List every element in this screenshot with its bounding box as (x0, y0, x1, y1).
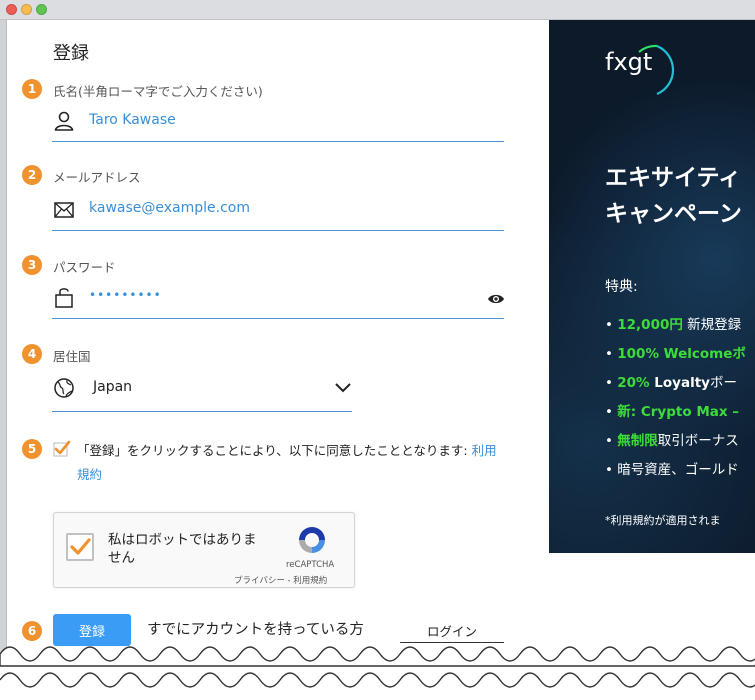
country-label: 居住国 (53, 349, 91, 364)
step-badge-2: 2 (22, 165, 42, 185)
perk-highlight: 100% Welcome (617, 346, 733, 362)
recaptcha-brand: reCAPTCHA (286, 560, 335, 570)
recaptcha-privacy-terms-link[interactable]: プライバシー - 利用規約 (234, 574, 327, 586)
name-input[interactable] (89, 112, 469, 128)
chevron-down-icon[interactable] (333, 380, 353, 396)
close-window-button[interactable] (6, 4, 17, 15)
country-select[interactable]: Japan (93, 379, 132, 395)
promo-banner[interactable]: fxgt エキサイティ キャンペーン 特典: • 12,000円 新規登録 • … (549, 20, 755, 553)
perk-text: 新規登録 (682, 317, 742, 333)
minimize-window-button[interactable] (21, 4, 32, 15)
perk-item: • 暗号資産、ゴールド (605, 462, 739, 478)
globe-icon (54, 378, 74, 398)
password-label: パスワード (53, 260, 116, 275)
perk-item: • 20% Loyaltyボー (605, 375, 737, 391)
recaptcha-checkmark-icon (70, 538, 91, 555)
agree-statement: 「登録」をクリックすることにより、以下に同意したこととなります: (77, 443, 472, 458)
perk-highlight: 無制限 (617, 433, 658, 449)
perk-bold: Loyalty (654, 375, 710, 391)
step-badge-3: 3 (22, 255, 42, 275)
mail-icon (54, 202, 74, 218)
perk-item: • 無制限取引ボーナス (605, 433, 739, 449)
step-badge-4: 4 (22, 344, 42, 364)
perk-text: 取引ボーナス (657, 433, 739, 449)
perk-text: 暗号資産、ゴールド (617, 462, 739, 478)
lock-icon (55, 288, 73, 308)
perk-item: • 12,000円 新規登録 (605, 317, 742, 333)
promo-headline: エキサイティ キャンペーン (605, 160, 742, 232)
perk-item: • 新: Crypto Max – (605, 404, 740, 420)
password-underline (52, 318, 504, 319)
perks-title: 特典: (605, 279, 638, 295)
email-underline (52, 230, 504, 231)
country-underline (52, 411, 352, 412)
promo-note: *利用規約が適用されま (605, 514, 721, 527)
perk-highlight: 新: Crypto Max – (617, 404, 740, 420)
show-password-eye-icon[interactable] (487, 292, 505, 306)
promo-logo: fxgt (605, 48, 653, 76)
password-input[interactable] (89, 288, 469, 302)
user-icon (54, 111, 74, 131)
page-title: 登録 (53, 43, 89, 64)
registration-page: 登録 1 氏名(半角ローマ字でご入力ください) 2 メールアドレス 3 パスワー… (6, 20, 755, 700)
recaptcha-widget: 私はロボットではありません reCAPTCHA プライバシー - 利用規約 (53, 512, 355, 588)
perk-text: ボ (732, 346, 746, 362)
promo-headline-line-1: エキサイティ (605, 165, 742, 191)
perk-item: • 100% Welcomeボ (605, 346, 746, 362)
email-label: メールアドレス (53, 170, 141, 185)
agree-checkbox[interactable] (53, 440, 71, 458)
perk-highlight: 12,000円 (617, 317, 683, 333)
window-titlebar (0, 0, 755, 20)
step-badge-1: 1 (22, 79, 42, 99)
recaptcha-checkbox[interactable] (66, 533, 94, 561)
name-underline (52, 141, 504, 142)
name-label: 氏名(半角ローマ字でご入力ください) (53, 84, 263, 99)
email-input[interactable] (89, 200, 469, 216)
zoom-window-button[interactable] (36, 4, 47, 15)
recaptcha-logo-icon (299, 527, 325, 553)
recaptcha-label: 私はロボットではありません (108, 532, 257, 566)
perk-text: ボー (709, 375, 737, 391)
torn-edge-decoration (0, 646, 755, 700)
promo-headline-line-2: キャンペーン (605, 201, 742, 227)
agree-text: 「登録」をクリックすることにより、以下に同意したこととなります: 利用規約 (77, 439, 507, 487)
step-badge-5: 5 (22, 439, 42, 459)
perk-highlight: 20% (617, 375, 655, 391)
